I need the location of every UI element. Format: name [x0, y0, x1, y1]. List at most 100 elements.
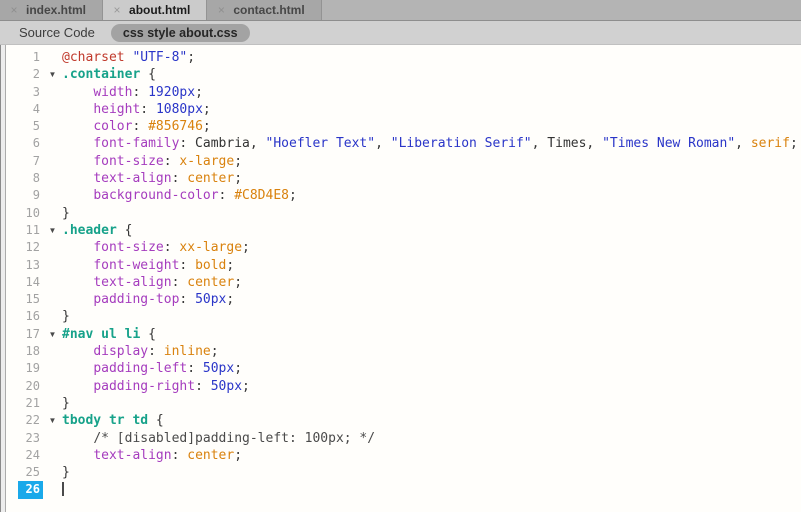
- line-number[interactable]: 17: [18, 326, 43, 343]
- code-text[interactable]: font-family: Cambria, "Hoefler Text", "L…: [62, 135, 801, 152]
- code-token-val: center: [187, 447, 235, 463]
- line-number[interactable]: 3: [18, 84, 43, 101]
- line-number[interactable]: 2: [18, 66, 43, 83]
- line-number[interactable]: 23: [18, 430, 43, 447]
- code-text[interactable]: [62, 481, 801, 498]
- code-text[interactable]: }: [62, 308, 801, 325]
- line-number[interactable]: 11: [18, 222, 43, 239]
- code-text[interactable]: font-size: x-large;: [62, 153, 801, 170]
- code-token-num: 1080px: [155, 101, 203, 117]
- line-number[interactable]: 26: [18, 481, 43, 499]
- line-number[interactable]: 5: [18, 118, 43, 135]
- code-line: 14 text-align: center;: [6, 274, 801, 291]
- code-text[interactable]: padding-left: 50px;: [62, 360, 801, 377]
- code-token-prop: color: [93, 119, 133, 135]
- code-token-prop: background-color: [93, 188, 219, 204]
- line-number[interactable]: 4: [18, 101, 43, 118]
- line-number[interactable]: 22: [18, 412, 43, 429]
- fold-gutter-spacer: [43, 239, 62, 256]
- fold-gutter-spacer: [43, 135, 62, 152]
- tab-bar: × index.html × about.html × contact.html: [0, 0, 801, 21]
- code-line: 18 display: inline;: [6, 343, 801, 360]
- code-text[interactable]: padding-right: 50px;: [62, 378, 801, 395]
- code-text[interactable]: .container {: [62, 66, 801, 83]
- code-text[interactable]: display: inline;: [62, 343, 801, 360]
- code-text[interactable]: }: [62, 205, 801, 222]
- tab-label: index.html: [26, 3, 87, 17]
- code-token-prop: padding-left: [93, 361, 188, 377]
- fold-toggle-icon[interactable]: ▼: [43, 222, 62, 239]
- code-text[interactable]: @charset "UTF-8";: [62, 49, 801, 66]
- line-number[interactable]: 15: [18, 291, 43, 308]
- tab-contact.html[interactable]: × contact.html: [207, 0, 322, 20]
- fold-gutter-spacer: [43, 447, 62, 464]
- fold-toggle-icon[interactable]: ▼: [43, 412, 62, 429]
- code-text[interactable]: font-weight: bold;: [62, 257, 801, 274]
- line-number[interactable]: 6: [18, 135, 43, 152]
- code-text[interactable]: font-size: xx-large;: [62, 239, 801, 256]
- line-number[interactable]: 7: [18, 153, 43, 170]
- tab-index.html[interactable]: × index.html: [0, 0, 104, 20]
- css-scope-pill[interactable]: css style about.css: [110, 23, 250, 42]
- code-line: 2 ▼ .container {: [6, 66, 801, 83]
- line-number[interactable]: 18: [18, 343, 43, 360]
- line-number[interactable]: 1: [18, 49, 43, 66]
- code-text[interactable]: padding-top: 50px;: [62, 291, 801, 308]
- code-text[interactable]: tbody tr td {: [62, 412, 801, 429]
- tab-about.html[interactable]: × about.html: [103, 0, 208, 20]
- line-number[interactable]: 9: [18, 187, 43, 204]
- fold-gutter-spacer: [43, 187, 62, 204]
- code-text[interactable]: }: [62, 395, 801, 412]
- code-line: 1 @charset "UTF-8";: [6, 49, 801, 66]
- line-number[interactable]: 12: [18, 239, 43, 256]
- code-pane[interactable]: 1 @charset "UTF-8"; 2 ▼ .container {3 width:…: [6, 45, 801, 512]
- code-token-num: 50px: [210, 378, 243, 394]
- line-number[interactable]: 13: [18, 257, 43, 274]
- code-text[interactable]: text-align: center;: [62, 274, 801, 291]
- fold-toggle-icon[interactable]: ▼: [43, 66, 62, 83]
- code-text[interactable]: }: [62, 464, 801, 481]
- code-line: 16}: [6, 308, 801, 325]
- code-token-sel: .container: [62, 67, 141, 83]
- line-number[interactable]: 16: [18, 308, 43, 325]
- code-text[interactable]: height: 1080px;: [62, 101, 801, 118]
- line-number[interactable]: 14: [18, 274, 43, 291]
- code-text[interactable]: color: #856746;: [62, 118, 801, 135]
- code-text[interactable]: #nav ul li {: [62, 326, 801, 343]
- tab-close-icon[interactable]: ×: [216, 4, 226, 16]
- code-text[interactable]: text-align: center;: [62, 447, 801, 464]
- code-text[interactable]: .header {: [62, 222, 801, 239]
- fold-gutter-spacer: [43, 153, 62, 170]
- code-line: 3 width: 1920px;: [6, 84, 801, 101]
- code-text[interactable]: text-align: center;: [62, 170, 801, 187]
- code-text[interactable]: /* [disabled]padding-left: 100px; */: [62, 430, 801, 447]
- line-number[interactable]: 8: [18, 170, 43, 187]
- line-number[interactable]: 24: [18, 447, 43, 464]
- line-number[interactable]: 10: [18, 205, 43, 222]
- code-text[interactable]: width: 1920px;: [62, 84, 801, 101]
- code-token-pu: ;: [242, 378, 250, 394]
- fold-toggle-icon[interactable]: ▼: [43, 326, 62, 343]
- code-token-prop: font-weight: [93, 257, 180, 273]
- code-token-sel: #nav ul li: [62, 326, 141, 342]
- code-token-pl: }: [62, 309, 70, 325]
- code-token-pu: ;: [202, 101, 211, 117]
- tab-close-icon[interactable]: ×: [112, 4, 122, 16]
- line-number[interactable]: 25: [18, 464, 43, 481]
- tab-close-icon[interactable]: ×: [9, 4, 19, 16]
- code-token-prop: text-align: [93, 171, 172, 187]
- code-text[interactable]: background-color: #C8D4E8;: [62, 187, 801, 204]
- line-number[interactable]: 20: [18, 378, 43, 395]
- line-number[interactable]: 19: [18, 360, 43, 377]
- fold-gutter-spacer: [43, 481, 62, 498]
- code-token-pu: ;: [210, 344, 219, 360]
- line-number[interactable]: 21: [18, 395, 43, 412]
